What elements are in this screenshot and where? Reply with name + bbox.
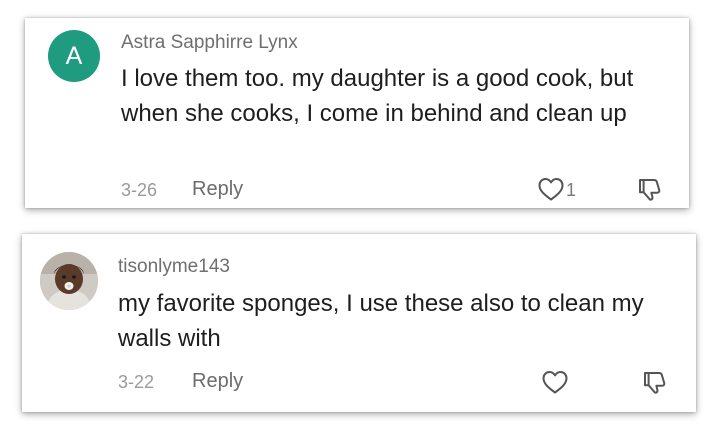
comment-text: my favorite sponges, I use these also to… [118, 290, 644, 352]
heart-outline-icon[interactable] [537, 176, 565, 202]
comment-card: A Astra Sapphirre Lynx I love them too. … [25, 18, 689, 208]
comments-screenshot: A Astra Sapphirre Lynx I love them too. … [0, 0, 728, 448]
comment-date: 3-26 [121, 180, 158, 200]
avatar[interactable] [40, 252, 98, 310]
like-count: 1 [566, 180, 577, 200]
comment-text: I love them too. my daughter is a good c… [121, 65, 634, 127]
comment-card: tisonlyme143 my favorite sponges, I use … [22, 234, 696, 412]
comment-date: 3-22 [118, 372, 155, 392]
thumbs-down-icon[interactable] [640, 368, 668, 396]
child-profile-photo [40, 252, 98, 310]
username[interactable]: Astra Sapphirre Lynx [121, 32, 298, 54]
reply-button[interactable]: Reply [192, 370, 243, 393]
heart-outline-icon[interactable] [541, 369, 569, 395]
reply-button[interactable]: Reply [192, 178, 243, 201]
username[interactable]: tisonlyme143 [118, 256, 230, 278]
avatar[interactable]: A [48, 30, 100, 82]
thumbs-down-icon[interactable] [635, 175, 663, 203]
